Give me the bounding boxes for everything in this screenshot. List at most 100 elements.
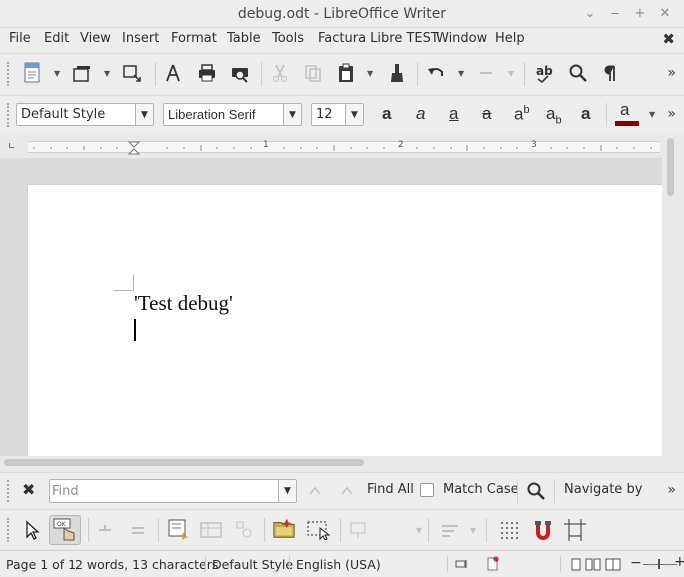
menu-factura-libre-test[interactable]: Factura Libre TEST [318, 31, 439, 46]
page-style[interactable]: Default Style [212, 557, 293, 572]
menu-help[interactable]: Help [495, 31, 525, 46]
vertical-scrollbar[interactable] [662, 134, 684, 456]
navigate-by-label[interactable]: Navigate by [564, 482, 642, 497]
spelling-icon[interactable]: ab [534, 61, 558, 85]
form-properties-icon[interactable] [126, 518, 150, 542]
templates-icon[interactable] [70, 61, 94, 85]
redo-dropdown-icon[interactable]: ▼ [508, 69, 514, 78]
copy-icon[interactable] [301, 61, 325, 85]
insert-mode-icon[interactable] [455, 558, 469, 574]
group-dropdown-icon[interactable]: ▼ [416, 526, 422, 535]
activation-order-icon[interactable] [232, 518, 256, 542]
paste-dropdown-icon[interactable]: ▼ [367, 69, 373, 78]
superscript-button[interactable]: ab [514, 104, 530, 125]
menu-table[interactable]: Table [227, 31, 261, 46]
chevron-down-icon[interactable]: ▼ [345, 104, 363, 125]
strikethrough-button[interactable]: a [482, 104, 491, 124]
menu-file[interactable]: File [9, 31, 31, 46]
find-replace-dialog-icon[interactable] [524, 479, 548, 503]
menu-insert[interactable]: Insert [122, 31, 159, 46]
export-pdf-icon[interactable] [161, 61, 185, 85]
chevron-down-icon[interactable]: ▼ [283, 104, 301, 125]
menu-edit[interactable]: Edit [44, 31, 69, 46]
font-color-dropdown-icon[interactable]: ▼ [649, 110, 655, 119]
print-preview-icon[interactable] [228, 61, 252, 85]
control-properties-icon[interactable] [93, 518, 117, 542]
document-text-line[interactable]: 'Test debug' [134, 291, 233, 316]
toolbar-grip[interactable] [7, 62, 10, 86]
font-color-button[interactable]: a [620, 100, 629, 120]
undo-icon[interactable] [424, 61, 448, 85]
standard-toolbar-overflow[interactable]: » [667, 65, 676, 81]
find-input[interactable] [52, 482, 276, 500]
snap-icon[interactable] [531, 518, 555, 542]
page-count[interactable]: Page 1 of 1 [6, 557, 76, 572]
word-count[interactable]: 2 words, 13 characters [75, 557, 218, 572]
font-size-combo[interactable]: 12 ▼ [311, 103, 364, 126]
horizontal-scrollbar[interactable] [0, 456, 662, 468]
paragraph-style-combo[interactable]: Default Style ▼ [16, 103, 154, 126]
toolbar-grip[interactable] [7, 480, 10, 502]
paste-icon[interactable] [334, 61, 358, 85]
horizontal-ruler[interactable]: 1 2 3 [28, 140, 660, 155]
grid-icon[interactable] [497, 518, 521, 542]
form-wizard-icon[interactable] [166, 517, 190, 541]
underline-button[interactable]: a [449, 104, 458, 124]
zoom-in-button[interactable]: + [674, 554, 684, 570]
templates-dropdown-icon[interactable]: ▼ [104, 69, 110, 78]
find-field[interactable]: ▼ [49, 479, 297, 503]
undo-dropdown-icon[interactable]: ▼ [458, 69, 464, 78]
multi-page-view-icon[interactable] [585, 558, 601, 575]
book-view-icon[interactable] [605, 558, 621, 575]
indent-marker-icon[interactable] [128, 141, 140, 155]
redo-icon[interactable] [474, 61, 498, 85]
zoom-slider-handle[interactable] [658, 559, 660, 569]
toolbar-grip[interactable] [7, 103, 10, 127]
font-name-combo[interactable]: Liberation Serif ▼ [163, 103, 302, 126]
menu-window[interactable]: Window [436, 31, 487, 46]
single-page-view-icon[interactable] [571, 558, 582, 575]
find-all-button[interactable]: Find All [367, 482, 414, 497]
bold-button[interactable]: a [382, 104, 391, 124]
match-case-label[interactable]: Match Case [443, 482, 519, 497]
tab-stop-icon[interactable]: ∟ [8, 142, 16, 152]
clone-formatting-icon[interactable] [385, 61, 409, 85]
chevron-down-icon[interactable]: ▼ [135, 104, 153, 125]
close-find-bar-icon[interactable]: ✖ [22, 480, 35, 499]
zoom-slider[interactable] [643, 564, 677, 565]
new-dropdown-icon[interactable]: ▼ [54, 69, 60, 78]
menu-format[interactable]: Format [171, 31, 217, 46]
horizontal-scroll-thumb[interactable] [4, 459, 364, 466]
find-replace-icon[interactable] [566, 61, 590, 85]
text-language[interactable]: English (USA) [296, 557, 381, 572]
close-document-icon[interactable]: ✖ [662, 30, 675, 48]
select-icon[interactable] [20, 518, 44, 542]
find-toolbar-overflow[interactable]: » [667, 482, 676, 498]
find-next-icon[interactable] [335, 479, 359, 503]
close-window-icon[interactable]: ✕ [655, 4, 675, 24]
cut-icon[interactable] [268, 61, 292, 85]
new-document-icon[interactable] [20, 61, 44, 85]
table-control-icon[interactable] [199, 518, 223, 542]
minimize-window-icon[interactable]: ‒ [605, 4, 625, 24]
align-icon[interactable] [438, 518, 462, 542]
menu-view[interactable]: View [80, 31, 111, 46]
document-page[interactable]: 'Test debug' [28, 185, 662, 456]
chevron-down-icon[interactable]: ▼ [278, 480, 296, 502]
form-navigator-icon[interactable] [307, 518, 331, 542]
subscript-button[interactable]: ab [546, 104, 562, 126]
find-previous-icon[interactable] [303, 479, 327, 503]
form-design-mode-icon[interactable]: OK [49, 515, 81, 545]
formatting-toolbar-overflow[interactable]: » [667, 106, 676, 122]
match-case-checkbox[interactable] [420, 483, 434, 497]
shadow-button[interactable]: a [581, 104, 590, 124]
print-icon[interactable] [195, 61, 219, 85]
italic-button[interactable]: a [416, 104, 425, 124]
toolbar-grip[interactable] [7, 518, 10, 542]
document-modified-icon[interactable] [486, 556, 500, 576]
shade-window-icon[interactable]: ⌄ [580, 4, 600, 24]
group-icon[interactable] [346, 518, 370, 542]
align-dropdown-icon[interactable]: ▼ [470, 526, 476, 535]
menu-tools[interactable]: Tools [272, 31, 304, 46]
add-field-icon[interactable] [272, 516, 296, 540]
